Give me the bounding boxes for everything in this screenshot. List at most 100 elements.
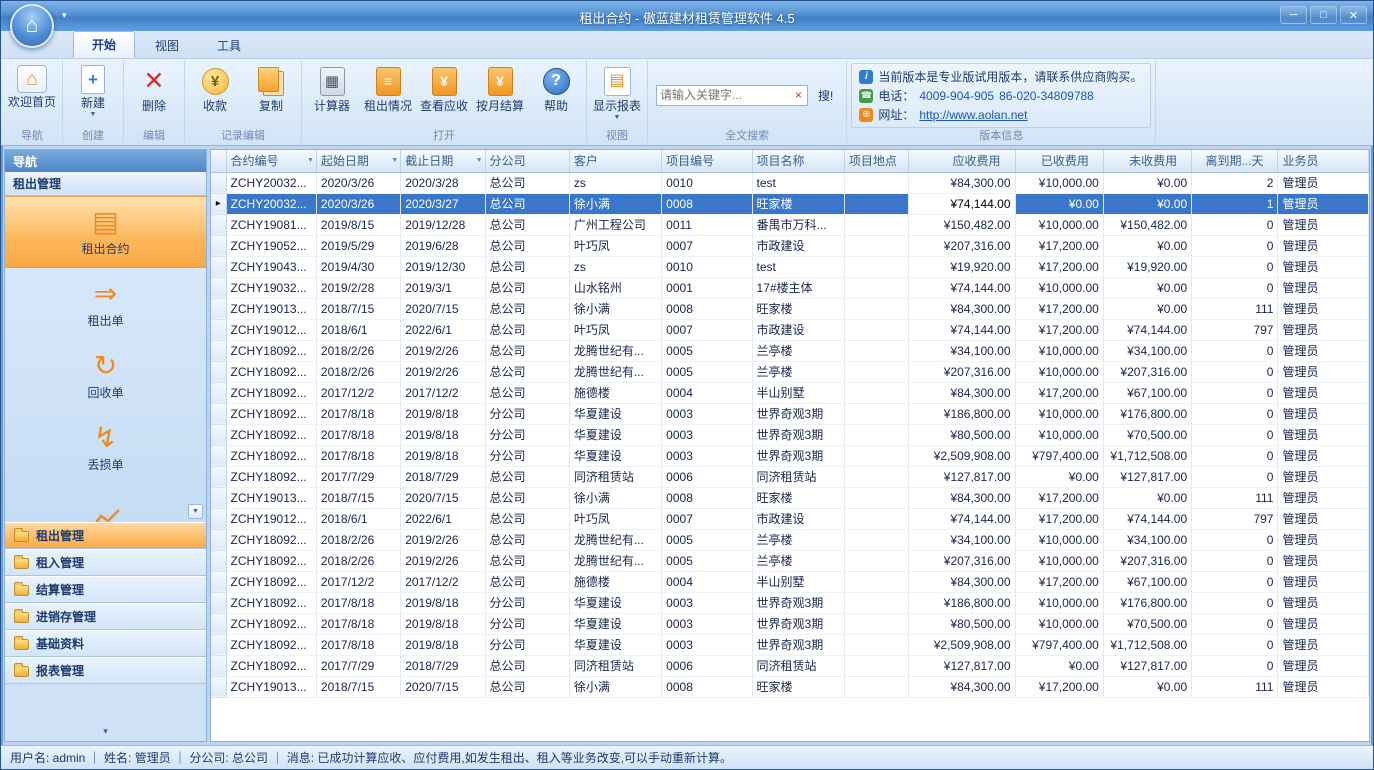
cell[interactable]: ¥34,100.00 — [909, 340, 1015, 361]
cell[interactable]: 半山别墅 — [752, 571, 844, 592]
cell[interactable]: 世界奇观3期 — [752, 634, 844, 655]
cell[interactable]: ¥74,144.00 — [1103, 508, 1191, 529]
cell[interactable]: ZCHY18092... — [226, 592, 316, 613]
cell[interactable]: 世界奇观3期 — [752, 424, 844, 445]
cell[interactable]: 2019/8/18 — [401, 424, 485, 445]
cell[interactable] — [844, 487, 908, 508]
cell[interactable]: 总公司 — [485, 361, 569, 382]
cell[interactable]: ¥10,000.00 — [1015, 277, 1103, 298]
cell[interactable]: 管理员 — [1278, 571, 1369, 592]
cell[interactable]: 0007 — [662, 235, 752, 256]
sidebar-item-rent-out-order[interactable]: ⇒ 租出单 — [5, 268, 206, 340]
cell[interactable]: 2018/7/29 — [401, 466, 485, 487]
cell[interactable] — [844, 445, 908, 466]
sidebar-item-rent-contract[interactable]: ▤ 租出合约 — [5, 196, 206, 268]
cell[interactable]: 2019/8/18 — [401, 613, 485, 634]
cell[interactable]: 叶巧凤 — [569, 319, 661, 340]
cell[interactable]: 0003 — [662, 403, 752, 424]
new-button[interactable]: + 新建 ▼ — [65, 61, 121, 129]
cell[interactable]: 分公司 — [485, 445, 569, 466]
group-button-rent-in[interactable]: 租入管理 — [5, 549, 206, 576]
table-row[interactable]: ZCHY18092...2017/8/182019/8/18分公司华夏建设000… — [211, 424, 1369, 445]
cell[interactable]: 2017/8/18 — [316, 445, 400, 466]
row-indicator[interactable] — [211, 508, 226, 529]
cell[interactable]: ¥74,144.00 — [909, 193, 1015, 214]
cell[interactable]: 2019/5/29 — [316, 235, 400, 256]
table-row[interactable]: ZCHY19043...2019/4/302019/12/30总公司zs0010… — [211, 256, 1369, 277]
cell[interactable]: 管理员 — [1278, 634, 1369, 655]
cell[interactable]: ZCHY18092... — [226, 634, 316, 655]
cell[interactable]: 世界奇观3期 — [752, 592, 844, 613]
cell[interactable]: ¥1,712,508.00 — [1103, 634, 1191, 655]
cell[interactable]: ZCHY18092... — [226, 550, 316, 571]
view-receivable-button[interactable]: ¥ 查看应收 — [416, 61, 472, 129]
cell[interactable]: ¥84,300.00 — [909, 172, 1015, 193]
cell[interactable]: 0008 — [662, 487, 752, 508]
cell[interactable]: 0007 — [662, 508, 752, 529]
copy-button[interactable]: 复制 — [243, 61, 299, 129]
cell[interactable]: 2017/7/29 — [316, 466, 400, 487]
column-header-0[interactable]: 合约编号▼ — [226, 150, 316, 172]
cell[interactable]: 2019/2/26 — [401, 529, 485, 550]
table-row[interactable]: ZCHY18092...2017/8/182019/8/18分公司华夏建设000… — [211, 613, 1369, 634]
cell[interactable]: 管理员 — [1278, 298, 1369, 319]
row-indicator[interactable] — [211, 613, 226, 634]
table-row[interactable]: ZCHY19052...2019/5/292019/6/28总公司叶巧凤0007… — [211, 235, 1369, 256]
row-indicator[interactable] — [211, 361, 226, 382]
cell[interactable] — [844, 592, 908, 613]
cell[interactable]: ¥0.00 — [1103, 676, 1191, 697]
rental-group-caption[interactable]: 租出管理 — [5, 172, 206, 196]
cell[interactable] — [844, 403, 908, 424]
cell[interactable]: 0010 — [662, 172, 752, 193]
cell[interactable]: 总公司 — [485, 676, 569, 697]
cell[interactable]: ¥176,800.00 — [1103, 403, 1191, 424]
cell[interactable]: 0001 — [662, 277, 752, 298]
cell[interactable]: ¥80,500.00 — [909, 613, 1015, 634]
cell[interactable]: 世界奇观3期 — [752, 445, 844, 466]
cell[interactable]: ¥10,000.00 — [1015, 214, 1103, 235]
cell[interactable]: zs — [569, 256, 661, 277]
cell[interactable]: ¥74,144.00 — [1103, 319, 1191, 340]
collapse-chevron-icon[interactable]: ▾ — [103, 726, 108, 737]
cell[interactable]: 2022/6/1 — [401, 319, 485, 340]
cell[interactable]: ¥84,300.00 — [909, 571, 1015, 592]
cell[interactable]: 总公司 — [485, 235, 569, 256]
table-row[interactable]: ZCHY19013...2018/7/152020/7/15总公司徐小满0008… — [211, 676, 1369, 697]
cell[interactable] — [844, 529, 908, 550]
cell[interactable]: 2019/12/28 — [401, 214, 485, 235]
cell[interactable]: 2017/8/18 — [316, 403, 400, 424]
cell[interactable]: 2018/2/26 — [316, 361, 400, 382]
cell[interactable]: 管理员 — [1278, 655, 1369, 676]
cell[interactable]: 管理员 — [1278, 340, 1369, 361]
table-row[interactable]: ZCHY18092...2017/7/292018/7/29总公司同济租赁站00… — [211, 655, 1369, 676]
row-indicator[interactable] — [211, 340, 226, 361]
cell[interactable]: ¥0.00 — [1103, 298, 1191, 319]
cell[interactable]: 0 — [1192, 445, 1278, 466]
cell[interactable]: ¥17,200.00 — [1015, 298, 1103, 319]
cell[interactable]: ZCHY20032... — [226, 193, 316, 214]
row-indicator[interactable] — [211, 445, 226, 466]
cell[interactable] — [844, 235, 908, 256]
cell[interactable] — [844, 214, 908, 235]
cell[interactable]: 分公司 — [485, 634, 569, 655]
cell[interactable]: 管理员 — [1278, 550, 1369, 571]
cell[interactable]: 0 — [1192, 529, 1278, 550]
row-indicator[interactable] — [211, 550, 226, 571]
cell[interactable]: ¥67,100.00 — [1103, 382, 1191, 403]
cell[interactable]: 兰亭楼 — [752, 340, 844, 361]
cell[interactable]: ¥0.00 — [1103, 277, 1191, 298]
cell[interactable] — [844, 172, 908, 193]
current-row-indicator[interactable]: ▸ — [211, 193, 226, 214]
cell[interactable]: 管理员 — [1278, 487, 1369, 508]
cell[interactable]: ¥0.00 — [1103, 235, 1191, 256]
cell[interactable]: 1 — [1192, 193, 1278, 214]
cell[interactable]: 番禺市万科... — [752, 214, 844, 235]
row-indicator[interactable] — [211, 256, 226, 277]
cell[interactable]: 2017/12/2 — [401, 571, 485, 592]
cell[interactable]: test — [752, 172, 844, 193]
cell[interactable]: 2017/8/18 — [316, 592, 400, 613]
group-button-settlement[interactable]: 结算管理 — [5, 576, 206, 603]
cell[interactable]: ¥74,144.00 — [909, 508, 1015, 529]
cell[interactable]: ¥150,482.00 — [1103, 214, 1191, 235]
cell[interactable]: 2019/2/26 — [401, 340, 485, 361]
